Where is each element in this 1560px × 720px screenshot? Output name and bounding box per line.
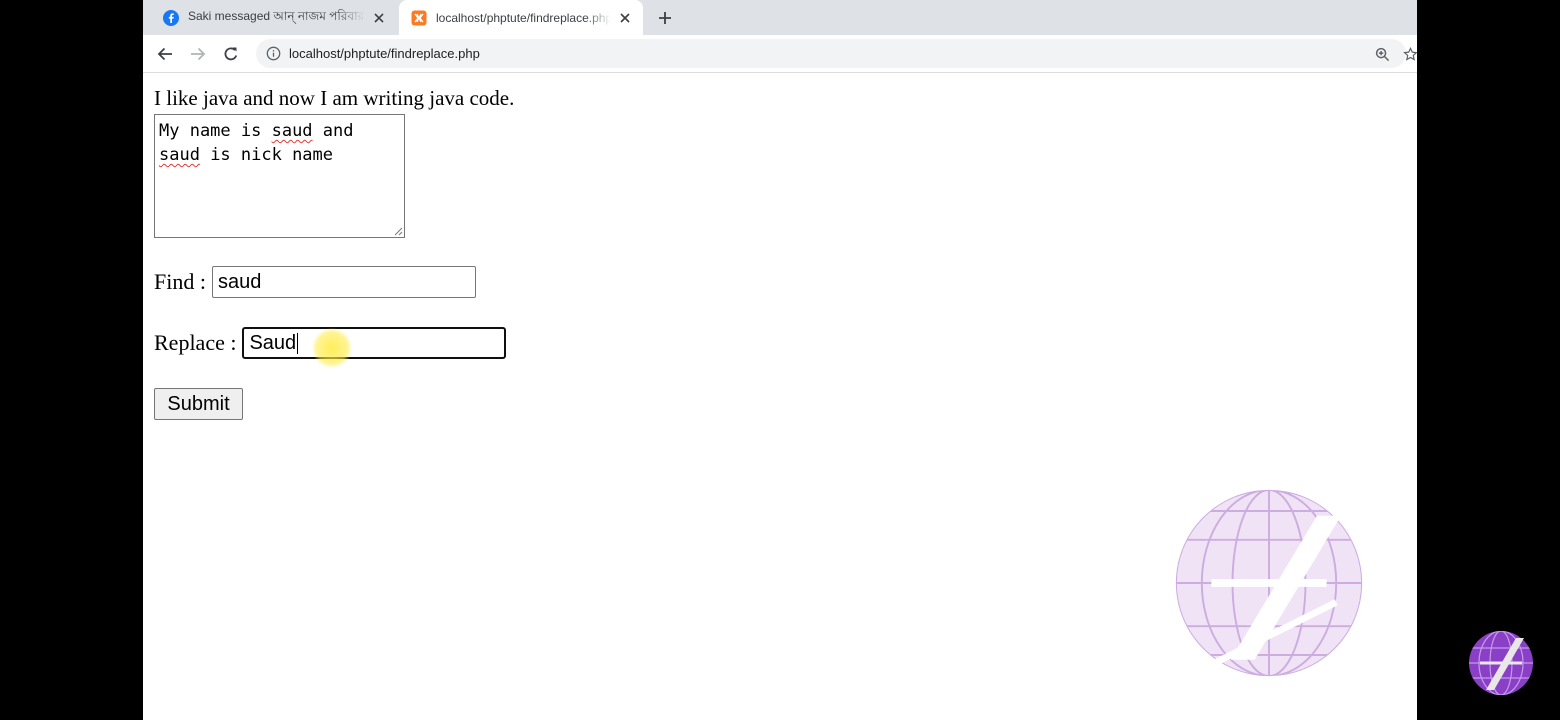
- facebook-icon: [163, 9, 179, 26]
- globe-watermark-icon: [1175, 489, 1363, 677]
- spellcheck-word: saud: [271, 121, 313, 141]
- resize-handle-icon[interactable]: [393, 226, 403, 236]
- replace-row: Replace : Saud: [154, 327, 507, 359]
- url-text: localhost/phptute/findreplace.php: [289, 46, 480, 61]
- output-text: I like java and now I am writing java co…: [154, 86, 515, 110]
- new-tab-button[interactable]: [655, 8, 675, 28]
- channel-logo-icon: [1469, 631, 1533, 695]
- textarea-text: My name is: [159, 121, 272, 141]
- plus-icon: [659, 12, 671, 24]
- replace-input[interactable]: Saud: [242, 327, 507, 359]
- tab-facebook[interactable]: Saki messaged আন্ নাজম পরিবার: [151, 0, 397, 35]
- submit-button[interactable]: Submit: [154, 388, 243, 420]
- text-area[interactable]: My name is saud and saud is nick name: [154, 114, 405, 238]
- find-row: Find : saud: [154, 266, 476, 298]
- close-tab-icon[interactable]: [371, 10, 387, 26]
- xampp-icon: [411, 10, 427, 26]
- page-content: I like java and now I am writing java co…: [143, 73, 1417, 720]
- browser-toolbar: localhost/phptute/findreplace.php: [143, 35, 1417, 73]
- tab-title: localhost/phptute/findreplace.php: [436, 10, 611, 25]
- back-button[interactable]: [154, 43, 176, 65]
- textarea-text: is nick name: [199, 145, 334, 165]
- forward-button[interactable]: [187, 43, 209, 65]
- find-label: Find :: [154, 269, 206, 294]
- zoom-icon[interactable]: [1373, 45, 1391, 63]
- text-caret: [297, 332, 299, 354]
- arrow-left-icon: [157, 47, 172, 61]
- address-bar[interactable]: localhost/phptute/findreplace.php: [256, 39, 1417, 68]
- tab-strip: Saki messaged আন্ নাজম পরিবার localhost/…: [143, 0, 1417, 35]
- bookmark-star-icon[interactable]: [1401, 45, 1417, 63]
- close-tab-icon[interactable]: [617, 10, 633, 26]
- info-icon[interactable]: [265, 46, 281, 62]
- tab-findreplace[interactable]: localhost/phptute/findreplace.php: [399, 0, 643, 35]
- replace-label: Replace :: [154, 330, 237, 355]
- tab-title: Saki messaged আন্ নাজম পরিবার: [188, 8, 365, 23]
- textarea-text: and: [312, 121, 354, 141]
- reload-icon: [224, 47, 238, 61]
- reload-button[interactable]: [220, 43, 242, 65]
- arrow-right-icon: [191, 47, 206, 61]
- replace-value: Saud: [249, 331, 297, 354]
- find-value: saud: [217, 270, 262, 293]
- spellcheck-word: saud: [159, 145, 200, 165]
- browser-window: Saki messaged আন্ নাজম পরিবার localhost/…: [143, 0, 1417, 720]
- find-input[interactable]: saud: [211, 266, 476, 298]
